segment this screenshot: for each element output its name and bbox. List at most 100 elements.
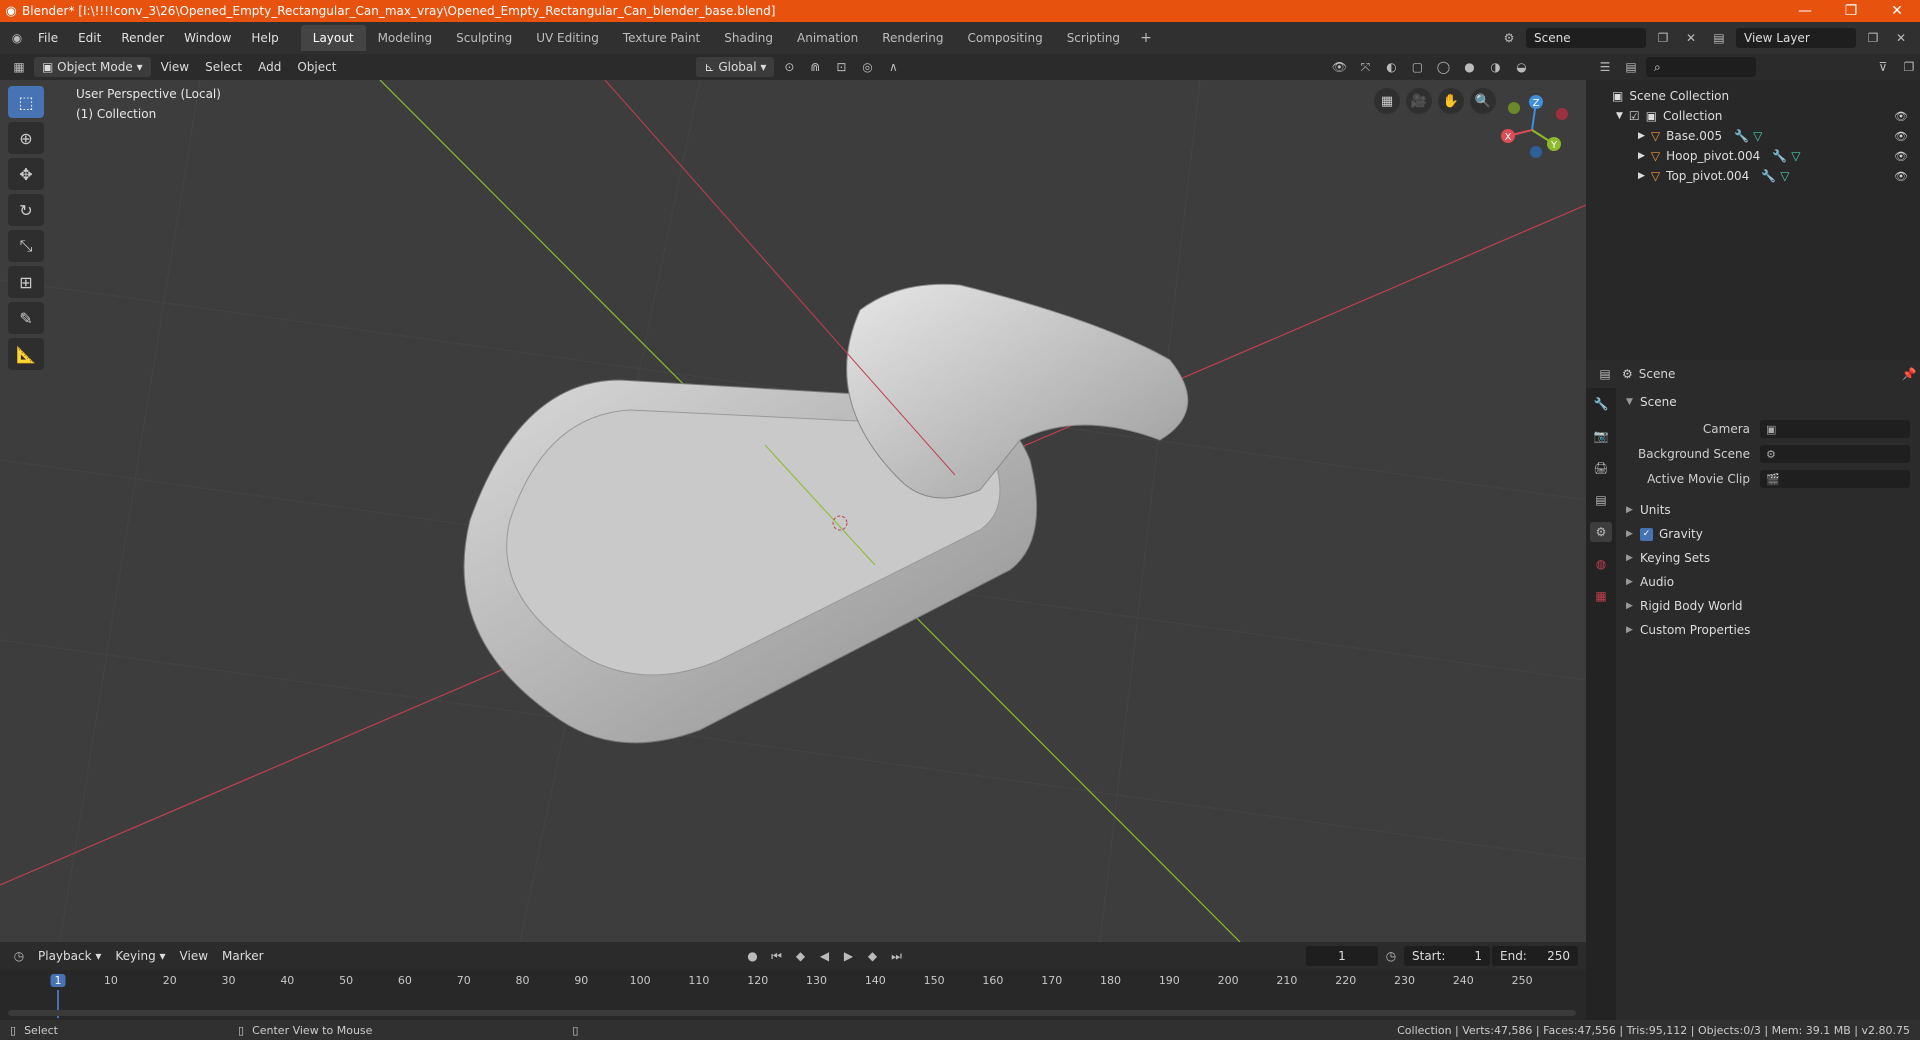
jump-start-icon[interactable]: ⏮ bbox=[766, 946, 788, 966]
wireframe-shading-icon[interactable]: ◯ bbox=[1432, 57, 1454, 77]
scene-field[interactable]: Scene bbox=[1526, 28, 1646, 48]
tab-sculpting[interactable]: Sculpting bbox=[444, 25, 524, 51]
object-visibility-eye-icon[interactable]: 👁 bbox=[1894, 150, 1908, 163]
view-layer-icon[interactable]: ▤ bbox=[1708, 28, 1730, 48]
select-box-tool-icon[interactable]: ⬚ bbox=[8, 86, 44, 118]
scale-tool-icon[interactable]: ⤡ bbox=[8, 230, 44, 262]
gravity-section[interactable]: ▶ ✓ Gravity bbox=[1616, 522, 1920, 546]
3d-viewport[interactable] bbox=[0, 80, 1586, 942]
delete-view-layer-icon[interactable]: ✕ bbox=[1890, 28, 1912, 48]
timeline-ruler[interactable]: 1 10 20 30 40 50 60 70 80 90 100 110 120 130 140 150 160… bbox=[0, 970, 1586, 1020]
prev-keyframe-icon[interactable]: ◆ bbox=[790, 946, 812, 966]
filter-icon[interactable]: ⊽ bbox=[1872, 57, 1894, 77]
timeline-menu-keying[interactable]: Keying ▾ bbox=[109, 949, 171, 963]
tab-compositing[interactable]: Compositing bbox=[955, 25, 1054, 51]
can-model[interactable] bbox=[463, 80, 1189, 744]
new-collection-icon[interactable]: ❐ bbox=[1898, 57, 1920, 77]
play-reverse-icon[interactable]: ◀ bbox=[814, 946, 836, 966]
output-tab-icon[interactable]: 🖨 bbox=[1590, 458, 1612, 478]
display-mode-icon[interactable]: ▤ bbox=[1620, 57, 1642, 77]
pivot-icon[interactable]: ⊙ bbox=[778, 57, 800, 77]
custom-properties-section[interactable]: ▶ Custom Properties bbox=[1616, 618, 1920, 642]
object-visibility-eye-icon[interactable]: 👁 bbox=[1894, 170, 1908, 183]
outliner-object-top[interactable]: ▶ ▽ Top_pivot.004 🔧 ▽ 👁 bbox=[1586, 166, 1920, 186]
pin-icon[interactable]: 📌 bbox=[1898, 364, 1920, 384]
expand-arrow-icon[interactable]: ▼ bbox=[1616, 111, 1623, 121]
measure-tool-icon[interactable]: 📐 bbox=[8, 338, 44, 370]
tab-layout[interactable]: Layout bbox=[300, 25, 366, 51]
end-frame-field[interactable]: End: 250 bbox=[1492, 946, 1578, 966]
timeline-menu-view[interactable]: View bbox=[174, 949, 214, 963]
rotate-tool-icon[interactable]: ↻ bbox=[8, 194, 44, 226]
scene-tab-icon[interactable]: ⚙ bbox=[1590, 522, 1612, 542]
rendered-shading-icon[interactable]: ◒ bbox=[1510, 57, 1532, 77]
snap-target-icon[interactable]: ⊡ bbox=[830, 57, 852, 77]
delete-scene-icon[interactable]: ✕ bbox=[1680, 28, 1702, 48]
tab-scripting[interactable]: Scripting bbox=[1055, 25, 1132, 51]
viewport-menu-select[interactable]: Select bbox=[199, 60, 248, 74]
menu-window[interactable]: Window bbox=[174, 31, 241, 45]
rigid-body-world-section[interactable]: ▶ Rigid Body World bbox=[1616, 594, 1920, 618]
close-button[interactable]: ✕ bbox=[1874, 3, 1920, 19]
view-layer-tab-icon[interactable]: ▤ bbox=[1590, 490, 1612, 510]
blender-menu-icon[interactable]: ◉ bbox=[6, 28, 28, 48]
timeline-editor-type-icon[interactable]: ◷ bbox=[8, 946, 30, 966]
viewport-menu-object[interactable]: Object bbox=[291, 60, 342, 74]
minimize-button[interactable]: — bbox=[1782, 3, 1828, 19]
expand-arrow-icon[interactable]: ▶ bbox=[1638, 151, 1645, 161]
tab-animation[interactable]: Animation bbox=[785, 25, 870, 51]
clock-icon[interactable]: ◷ bbox=[1380, 946, 1402, 966]
play-icon[interactable]: ▶ bbox=[838, 946, 860, 966]
jump-end-icon[interactable]: ⏭ bbox=[886, 946, 908, 966]
background-scene-field[interactable]: ⚙ bbox=[1760, 445, 1910, 463]
tab-texture-paint[interactable]: Texture Paint bbox=[611, 25, 712, 51]
overlay-toggle-icon[interactable]: ◐ bbox=[1380, 57, 1402, 77]
transform-tool-icon[interactable]: ⊞ bbox=[8, 266, 44, 298]
current-frame-field[interactable]: 1 bbox=[1306, 946, 1378, 966]
tab-shading[interactable]: Shading bbox=[712, 25, 785, 51]
scene-icon[interactable]: ⚙ bbox=[1498, 28, 1520, 48]
proportional-edit-icon[interactable]: ◎ bbox=[856, 57, 878, 77]
timeline-scrollbar[interactable] bbox=[8, 1010, 1576, 1016]
zoom-view-icon[interactable]: 🔍 bbox=[1470, 88, 1496, 114]
units-section[interactable]: ▶ Units bbox=[1616, 498, 1920, 522]
tab-uv-editing[interactable]: UV Editing bbox=[524, 25, 611, 51]
timeline-menu-marker[interactable]: Marker bbox=[216, 949, 269, 963]
xray-icon[interactable]: ▢ bbox=[1406, 57, 1428, 77]
annotate-tool-icon[interactable]: ✎ bbox=[8, 302, 44, 334]
collection-checkbox-icon[interactable]: ☑ bbox=[1629, 109, 1640, 123]
tab-rendering[interactable]: Rendering bbox=[870, 25, 955, 51]
snap-icon[interactable]: ⋒ bbox=[804, 57, 826, 77]
outliner-object-hoop[interactable]: ▶ ▽ Hoop_pivot.004 🔧 ▽ 👁 bbox=[1586, 146, 1920, 166]
render-tab-icon[interactable]: 📷 bbox=[1590, 426, 1612, 446]
toggle-grid-view-icon[interactable]: ▦ bbox=[1374, 88, 1400, 114]
keying-sets-section[interactable]: ▶ Keying Sets bbox=[1616, 546, 1920, 570]
expand-arrow-icon[interactable]: ▶ bbox=[1638, 171, 1645, 181]
cursor-tool-icon[interactable]: ⊕ bbox=[8, 122, 44, 154]
menu-render[interactable]: Render bbox=[111, 31, 174, 45]
expand-arrow-icon[interactable]: ▶ bbox=[1638, 131, 1645, 141]
visibility-icon[interactable]: 👁 bbox=[1328, 57, 1350, 77]
add-workspace-icon[interactable]: + bbox=[1132, 30, 1160, 46]
record-icon[interactable]: ● bbox=[742, 946, 764, 966]
new-view-layer-icon[interactable]: ❐ bbox=[1862, 28, 1884, 48]
material-shading-icon[interactable]: ◑ bbox=[1484, 57, 1506, 77]
orientation-dropdown[interactable]: ⊾ Global ▾ bbox=[696, 57, 775, 77]
outliner-scene-collection[interactable]: ▣ Scene Collection bbox=[1586, 86, 1920, 106]
texture-tab-icon[interactable]: ▦ bbox=[1590, 586, 1612, 606]
outliner-editor-type-icon[interactable]: ☰ bbox=[1594, 57, 1616, 77]
object-visibility-eye-icon[interactable]: 👁 bbox=[1894, 130, 1908, 143]
start-frame-field[interactable]: Start: 1 bbox=[1404, 946, 1490, 966]
maximize-button[interactable]: ❐ bbox=[1828, 3, 1874, 19]
collection-visibility-eye-icon[interactable]: 👁 bbox=[1894, 110, 1908, 123]
gravity-checkbox[interactable]: ✓ bbox=[1640, 527, 1653, 541]
active-movie-clip-field[interactable]: 🎬 bbox=[1760, 470, 1910, 488]
viewport-menu-view[interactable]: View bbox=[155, 60, 195, 74]
camera-view-icon[interactable]: 🎥 bbox=[1406, 88, 1432, 114]
tab-modeling[interactable]: Modeling bbox=[366, 25, 445, 51]
properties-editor-type-icon[interactable]: ▤ bbox=[1594, 364, 1616, 384]
outliner-collection[interactable]: ▼ ☑ ▣ Collection 👁 bbox=[1586, 106, 1920, 126]
new-scene-icon[interactable]: ❐ bbox=[1652, 28, 1674, 48]
tool-tab-icon[interactable]: 🔧 bbox=[1590, 394, 1612, 414]
world-tab-icon[interactable]: ◍ bbox=[1590, 554, 1612, 574]
